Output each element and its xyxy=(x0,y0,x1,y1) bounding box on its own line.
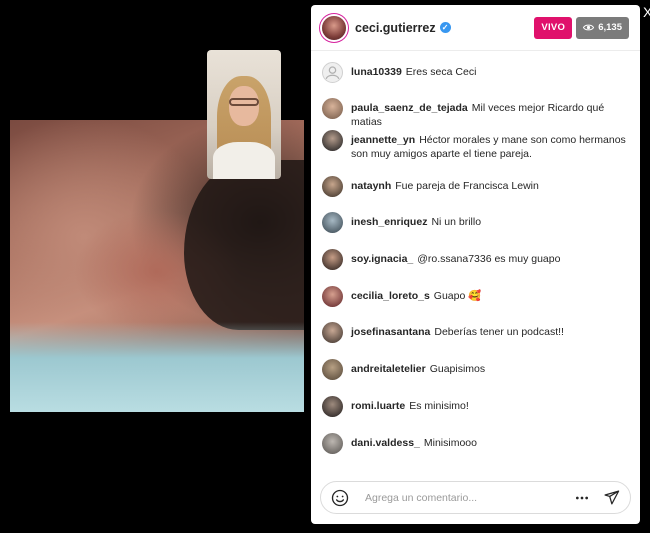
commenter-avatar[interactable] xyxy=(322,249,343,270)
comment-username[interactable]: soy.ignacia_ xyxy=(351,253,413,265)
comment-text: nataynh Fue pareja de Francisca Lewin xyxy=(351,179,539,193)
comment-composer xyxy=(320,481,631,514)
comment-username[interactable]: josefinasantana xyxy=(351,326,430,338)
guest-body xyxy=(213,142,275,179)
eye-icon xyxy=(583,24,595,31)
comment-body: @ro.ssana7336 es muy guapo xyxy=(417,253,561,265)
comment-username[interactable]: andreitaletelier xyxy=(351,363,426,375)
comment-row: dani.valdess_ Minisimooo xyxy=(322,433,632,454)
comment-username[interactable]: inesh_enriquez xyxy=(351,216,427,228)
guest-glasses xyxy=(229,98,259,106)
comment-row: cecilia_loreto_s Guapo 🥰 xyxy=(322,286,632,307)
comment-text: romi.luarte Es minisimo! xyxy=(351,399,469,413)
comment-text: soy.ignacia_ @ro.ssana7336 es muy guapo xyxy=(351,252,560,266)
comment-body: Fue pareja de Francisca Lewin xyxy=(395,180,539,192)
comment-text: paula_saenz_de_tejada Mil veces mejor Ric… xyxy=(351,101,632,129)
video-detail xyxy=(10,322,304,412)
comment-username[interactable]: nataynh xyxy=(351,180,391,192)
commenter-avatar[interactable] xyxy=(322,130,343,151)
commenter-avatar[interactable] xyxy=(322,396,343,417)
viewer-count-badge: 6,135 xyxy=(576,16,629,39)
comment-body: Es minisimo! xyxy=(409,400,469,412)
comment-username[interactable]: paula_saenz_de_tejada xyxy=(351,102,468,114)
comment-body: Guapo 🥰 xyxy=(433,290,482,302)
comment-body: Deberías tener un podcast!! xyxy=(434,326,564,338)
host-name[interactable]: ceci.gutierrez xyxy=(355,21,436,35)
comment-username[interactable]: luna10339 xyxy=(351,66,402,78)
send-paper-plane-icon[interactable] xyxy=(603,489,620,506)
commenter-avatar[interactable] xyxy=(322,286,343,307)
commenter-avatar[interactable] xyxy=(322,433,343,454)
viewer-count: 6,135 xyxy=(598,22,622,33)
commenter-avatar[interactable] xyxy=(322,98,343,119)
comment-text: luna10339 Eres seca Ceci xyxy=(351,65,476,79)
commenter-avatar[interactable] xyxy=(322,176,343,197)
comment-row: andreitaletelier Guapisimos xyxy=(322,359,632,380)
live-badge: VIVO xyxy=(534,16,573,39)
comment-text: dani.valdess_ Minisimooo xyxy=(351,436,477,450)
comment-input[interactable] xyxy=(365,491,575,504)
comment-text: jeannette_yn Héctor morales y mane son co… xyxy=(351,133,632,161)
comment-row: josefinasantana Deberías tener un podcast… xyxy=(322,322,632,343)
comment-body: Guapisimos xyxy=(429,363,486,375)
commenter-avatar[interactable] xyxy=(322,359,343,380)
comment-row: paula_saenz_de_tejada Mil veces mejor Ric… xyxy=(322,98,632,129)
comment-username[interactable]: cecilia_loreto_s xyxy=(351,290,430,302)
video-detail xyxy=(184,160,304,330)
comment-username[interactable]: romi.luarte xyxy=(351,400,405,412)
emoji-smiley-icon[interactable] xyxy=(331,489,349,507)
comment-list[interactable]: luna10339 Eres seca Ceci paula_saenz_de_te… xyxy=(311,55,640,469)
comment-text: cecilia_loreto_s Guapo 🥰 xyxy=(351,289,481,303)
comment-body: Eres seca Ceci xyxy=(405,66,477,78)
live-side-panel: ceci.gutierrez ✓ VIVO 6,135 luna10339 Ere… xyxy=(311,5,640,524)
comment-text: inesh_enriquez Ni un brillo xyxy=(351,215,481,229)
comment-row: luna10339 Eres seca Ceci xyxy=(322,62,632,83)
comment-username[interactable]: dani.valdess_ xyxy=(351,437,420,449)
comment-text: josefinasantana Deberías tener un podcast… xyxy=(351,325,564,339)
comment-row: soy.ignacia_ @ro.ssana7336 es muy guapo xyxy=(322,249,632,270)
host-avatar[interactable] xyxy=(322,15,346,40)
comment-username[interactable]: jeannette_yn xyxy=(351,134,415,146)
commenter-avatar[interactable] xyxy=(322,322,343,343)
close-icon[interactable]: X xyxy=(643,5,650,19)
comment-row: nataynh Fue pareja de Francisca Lewin xyxy=(322,176,632,197)
guest-video-pip[interactable] xyxy=(207,50,281,179)
comment-text: andreitaletelier Guapisimos xyxy=(351,362,485,376)
comment-body: Minisimooo xyxy=(423,437,477,449)
panel-header: ceci.gutierrez ✓ VIVO 6,135 xyxy=(311,5,640,51)
comment-row: romi.luarte Es minisimo! xyxy=(322,396,632,417)
guest-face xyxy=(229,86,259,126)
more-dots-icon[interactable] xyxy=(575,491,589,505)
comment-row: jeannette_yn Héctor morales y mane son co… xyxy=(322,130,632,161)
comment-body: Ni un brillo xyxy=(431,216,482,228)
comment-row: inesh_enriquez Ni un brillo xyxy=(322,212,632,233)
verified-check-icon: ✓ xyxy=(439,22,451,33)
commenter-avatar[interactable] xyxy=(322,62,343,83)
commenter-avatar[interactable] xyxy=(322,212,343,233)
